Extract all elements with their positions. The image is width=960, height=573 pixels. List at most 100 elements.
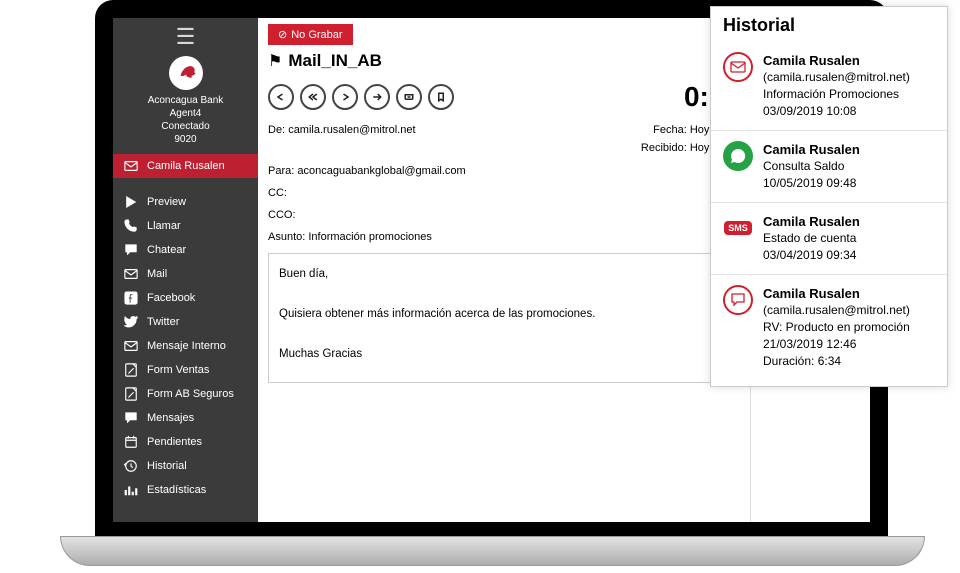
hp-name: Camila Rusalen xyxy=(763,141,860,158)
mail-icon xyxy=(723,52,753,82)
facebook-icon xyxy=(123,291,139,305)
hp-name: Camila Rusalen xyxy=(763,52,910,69)
history-panel-item[interactable]: Camila Rusalen (camila.rusalen@mitrol.ne… xyxy=(711,275,947,380)
sidebar-item-historial[interactable]: Historial xyxy=(113,454,258,478)
history-panel: Historial Camila Rusalen (camila.rusalen… xyxy=(710,6,948,387)
avatar xyxy=(169,56,203,90)
sidebar-item-label: Form Ventas xyxy=(147,364,209,376)
chat-icon xyxy=(123,411,139,425)
sidebar-item-form-ventas[interactable]: Form Ventas xyxy=(113,358,258,382)
org-name: Aconcagua Bank xyxy=(113,94,258,107)
chat-icon xyxy=(123,243,139,257)
calendar-icon xyxy=(123,435,139,449)
stats-icon xyxy=(123,483,139,497)
history-panel-title: Historial xyxy=(711,7,947,42)
body-line: Buen día, xyxy=(279,264,729,284)
hp-date: 03/09/2019 10:08 xyxy=(763,103,910,120)
hp-subject: RV: Producto en promoción xyxy=(763,319,910,336)
sidebar-item-label: Preview xyxy=(147,196,186,208)
sidebar-item-twitter[interactable]: Twitter xyxy=(113,310,258,334)
sidebar-item-label: Pendientes xyxy=(147,436,202,448)
history-panel-item[interactable]: Camila Rusalen Consulta Saldo 10/05/2019… xyxy=(711,131,947,203)
reply-all-button[interactable] xyxy=(300,84,326,110)
agent-status: Conectado xyxy=(113,120,258,133)
hp-name: Camila Rusalen xyxy=(763,213,860,230)
from-label: De: xyxy=(268,124,285,136)
body-line: Muchas Gracias xyxy=(279,344,729,364)
hp-date: 21/03/2019 12:46 xyxy=(763,336,910,353)
sidebar-item-mensajes[interactable]: Mensajes xyxy=(113,406,258,430)
sidebar-contact-label: Camila Rusalen xyxy=(147,160,225,172)
asunto-value: Información promociones xyxy=(308,231,432,243)
agent-ext: 9020 xyxy=(113,133,258,146)
sidebar-item-label: Twitter xyxy=(147,316,179,328)
mail-title: Mail_IN_AB xyxy=(288,51,382,71)
forward-button[interactable] xyxy=(332,84,358,110)
no-grabar-button[interactable]: ⊘ No Grabar xyxy=(268,24,353,45)
sidebar-item-mail[interactable]: Mail xyxy=(113,262,258,286)
hp-date: 03/04/2019 09:34 xyxy=(763,247,860,264)
sidebar-item-estadisticas[interactable]: Estadísticas xyxy=(113,478,258,502)
play-icon xyxy=(123,195,139,209)
reply-button[interactable] xyxy=(268,84,294,110)
fecha-label: Fecha: xyxy=(653,124,687,136)
history-panel-item[interactable]: SMS Camila Rusalen Estado de cuenta 03/0… xyxy=(711,203,947,275)
history-panel-item[interactable]: Camila Rusalen (camila.rusalen@mitrol.ne… xyxy=(711,42,947,131)
hp-subject: Consulta Saldo xyxy=(763,158,860,175)
hp-duration-label: Duración: xyxy=(763,354,814,368)
mail-pane: ⊘No Grabar ⚑ Mail_IN_AB 0:02 xyxy=(258,18,750,522)
mail-icon xyxy=(123,159,139,173)
hp-subject: Estado de cuenta xyxy=(763,230,860,247)
sidebar-item-form-ab-seguros[interactable]: Form AB Seguros xyxy=(113,382,258,406)
sidebar-item-chatear[interactable]: Chatear xyxy=(113,238,258,262)
phone-icon xyxy=(123,219,139,233)
sidebar-item-facebook[interactable]: Facebook xyxy=(113,286,258,310)
no-grabar-icon: ⊘ xyxy=(278,28,287,41)
mail-icon xyxy=(123,267,139,281)
next-button[interactable] xyxy=(364,84,390,110)
agent-name: Agent4 xyxy=(113,107,258,120)
no-grabar-label: No Grabar xyxy=(291,29,342,41)
whatsapp-icon xyxy=(723,141,753,171)
twitter-icon xyxy=(123,315,139,329)
sidebar-item-preview[interactable]: Preview xyxy=(113,190,258,214)
sidebar-item-label: Mail xyxy=(147,268,167,280)
para-label: Para: xyxy=(268,165,294,177)
hp-email: (camila.rusalen@mitrol.net) xyxy=(763,69,910,86)
para-value: aconcaguabankglobal@gmail.com xyxy=(297,165,465,177)
cc-label: CC: xyxy=(268,185,740,201)
hp-subject: Información Promociones xyxy=(763,86,910,103)
hp-email: (camila.rusalen@mitrol.net) xyxy=(763,302,910,319)
asunto-label: Asunto: xyxy=(268,231,305,243)
sidebar-item-label: Form AB Seguros xyxy=(147,388,234,400)
sidebar-item-pendientes[interactable]: Pendientes xyxy=(113,430,258,454)
sidebar-item-mensaje-interno[interactable]: Mensaje Interno xyxy=(113,334,258,358)
laptop-base xyxy=(60,536,925,566)
hp-name: Camila Rusalen xyxy=(763,285,910,302)
mail-body: Buen día, Quisiera obtener más informaci… xyxy=(268,253,740,383)
sidebar-item-label: Facebook xyxy=(147,292,195,304)
hp-duration: 6:34 xyxy=(818,354,841,368)
recibido-label: Recibido: xyxy=(641,142,687,154)
mail-toolbar xyxy=(268,84,454,110)
sidebar-contact-active[interactable]: Camila Rusalen xyxy=(113,154,258,178)
sidebar-item-label: Mensajes xyxy=(147,412,194,424)
bookmark-button[interactable] xyxy=(428,84,454,110)
sidebar: ☰ Aconcagua Bank Agent4 Conectado 9020 C… xyxy=(113,18,258,522)
sidebar-item-label: Llamar xyxy=(147,220,181,232)
menu-icon[interactable]: ☰ xyxy=(113,18,258,52)
sidebar-item-label: Historial xyxy=(147,460,187,472)
sidebar-item-llamar[interactable]: Llamar xyxy=(113,214,258,238)
history-icon xyxy=(123,459,139,473)
flag-icon: ⚑ xyxy=(268,51,282,71)
chat-icon xyxy=(723,285,753,315)
mail-icon xyxy=(123,339,139,353)
sidebar-item-label: Chatear xyxy=(147,244,186,256)
sidebar-item-label: Mensaje Interno xyxy=(147,340,226,352)
from-value: camila.rusalen@mitrol.net xyxy=(288,124,415,136)
archive-button[interactable] xyxy=(396,84,422,110)
sms-icon: SMS xyxy=(723,213,753,243)
form-icon xyxy=(123,363,139,377)
body-line: Quisiera obtener más información acerca … xyxy=(279,304,729,324)
hp-date: 10/05/2019 09:48 xyxy=(763,175,860,192)
